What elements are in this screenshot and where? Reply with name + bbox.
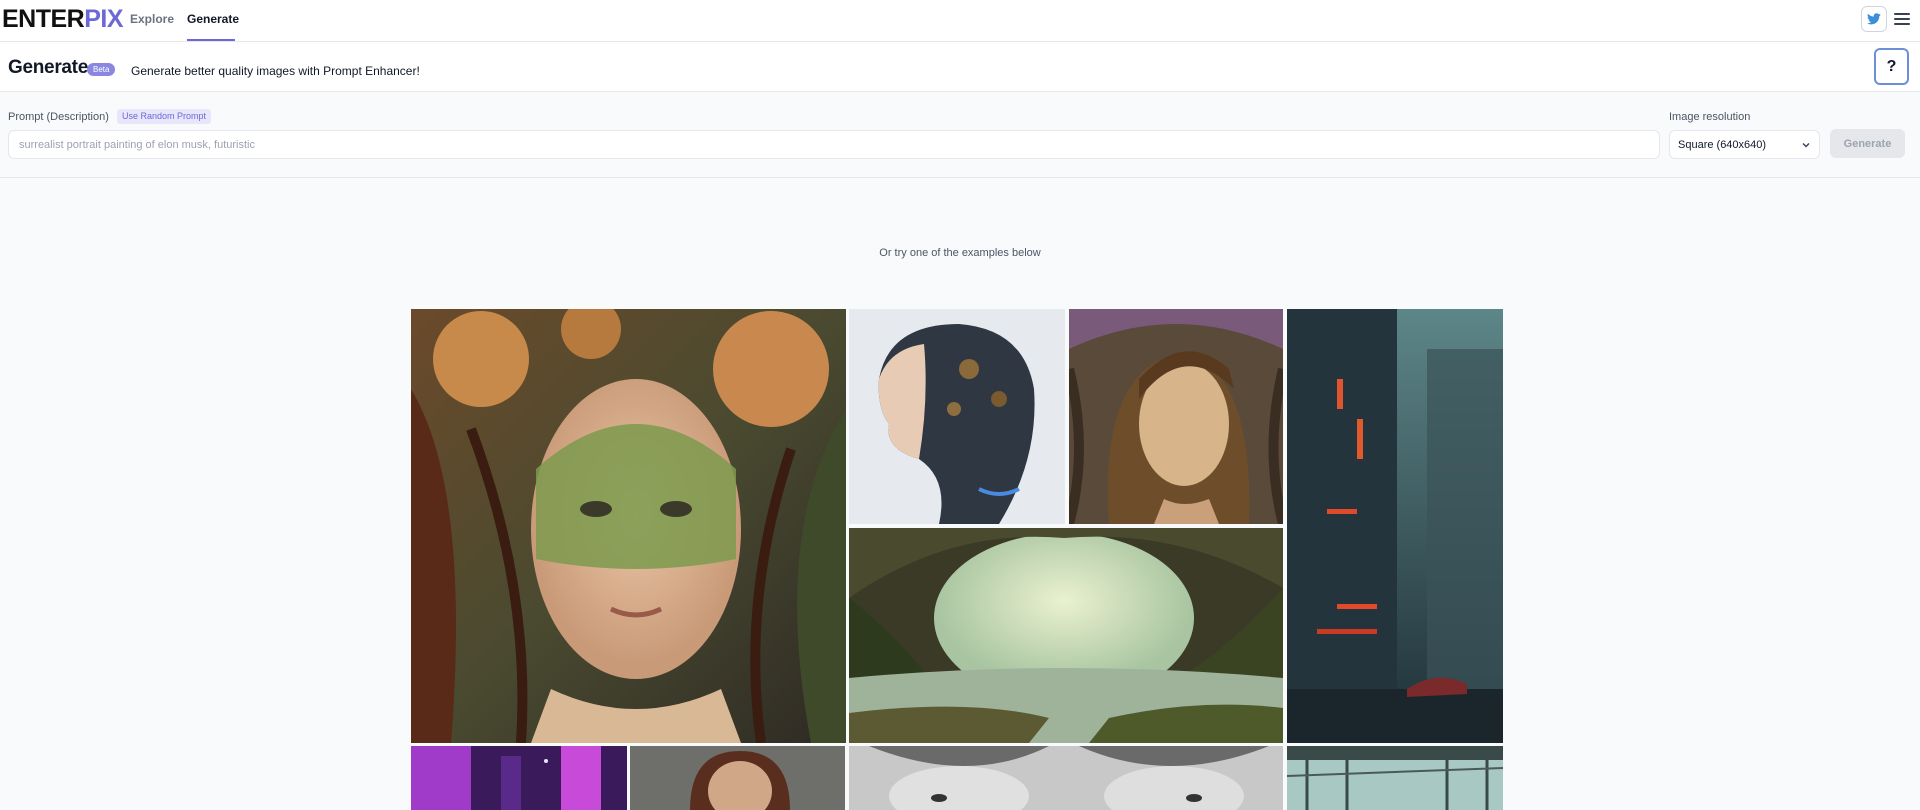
resolution-select[interactable]: Square (640x640) (1669, 130, 1820, 159)
cyborg-woman-image (849, 309, 1065, 524)
example-forest-queen-portrait[interactable] (411, 309, 846, 743)
enterpix-logo[interactable]: ENTERPIX (2, 5, 124, 34)
page-title: Generate (8, 57, 88, 78)
cave-lake-image (849, 528, 1283, 743)
example-cave-lake-landscape[interactable] (849, 528, 1283, 743)
top-navbar: ENTERPIX Explore Generate (0, 0, 1920, 42)
twitter-icon (1867, 13, 1881, 25)
example-bridge-structure[interactable] (1287, 746, 1503, 810)
prompt-input[interactable] (8, 130, 1660, 159)
resolution-value: Square (640x640) (1678, 138, 1767, 151)
bridge-structure-image (1287, 746, 1503, 810)
prompt-form: Prompt (Description) Use Random Prompt I… (0, 92, 1920, 178)
neon-city-image (411, 746, 627, 810)
resolution-label: Image resolution (1669, 111, 1751, 123)
logo-text-enter: ENTER (2, 5, 85, 33)
example-art-nouveau-man[interactable] (1069, 309, 1283, 524)
example-greek-statue[interactable] (849, 746, 1283, 810)
nav-explore-link[interactable]: Explore (130, 12, 174, 26)
forest-queen-image (411, 309, 846, 743)
menu-bar (1894, 13, 1910, 15)
example-cyberpunk-tower[interactable] (1287, 309, 1503, 743)
nav-generate-link[interactable]: Generate (187, 12, 239, 26)
prompt-label: Prompt (Description) (8, 111, 109, 123)
hamburger-menu-icon[interactable] (1893, 10, 1911, 28)
page-header: Generate Beta Generate better quality im… (0, 42, 1920, 92)
example-woman-portrait[interactable] (630, 746, 845, 810)
chevron-down-icon (1802, 142, 1810, 147)
woman-portrait-image (630, 746, 845, 810)
cyberpunk-tower-image (1287, 309, 1503, 743)
use-random-prompt-button[interactable]: Use Random Prompt (117, 109, 212, 124)
examples-hint: Or try one of the examples below (879, 247, 1041, 259)
menu-bar (1894, 23, 1910, 25)
page-subtitle: Generate better quality images with Prom… (131, 64, 420, 78)
example-neon-city[interactable] (411, 746, 627, 810)
help-button[interactable]: ? (1874, 48, 1909, 85)
beta-badge: Beta (87, 63, 116, 76)
logo-text-pix: PIX (84, 5, 124, 33)
menu-bar (1894, 18, 1910, 20)
twitter-button[interactable] (1861, 6, 1887, 32)
greek-statue-image (849, 746, 1283, 810)
art-nouveau-man-image (1069, 309, 1283, 524)
active-tab-indicator (187, 39, 235, 41)
example-cyborg-woman-profile[interactable] (849, 309, 1065, 524)
generate-button[interactable]: Generate (1830, 129, 1905, 158)
